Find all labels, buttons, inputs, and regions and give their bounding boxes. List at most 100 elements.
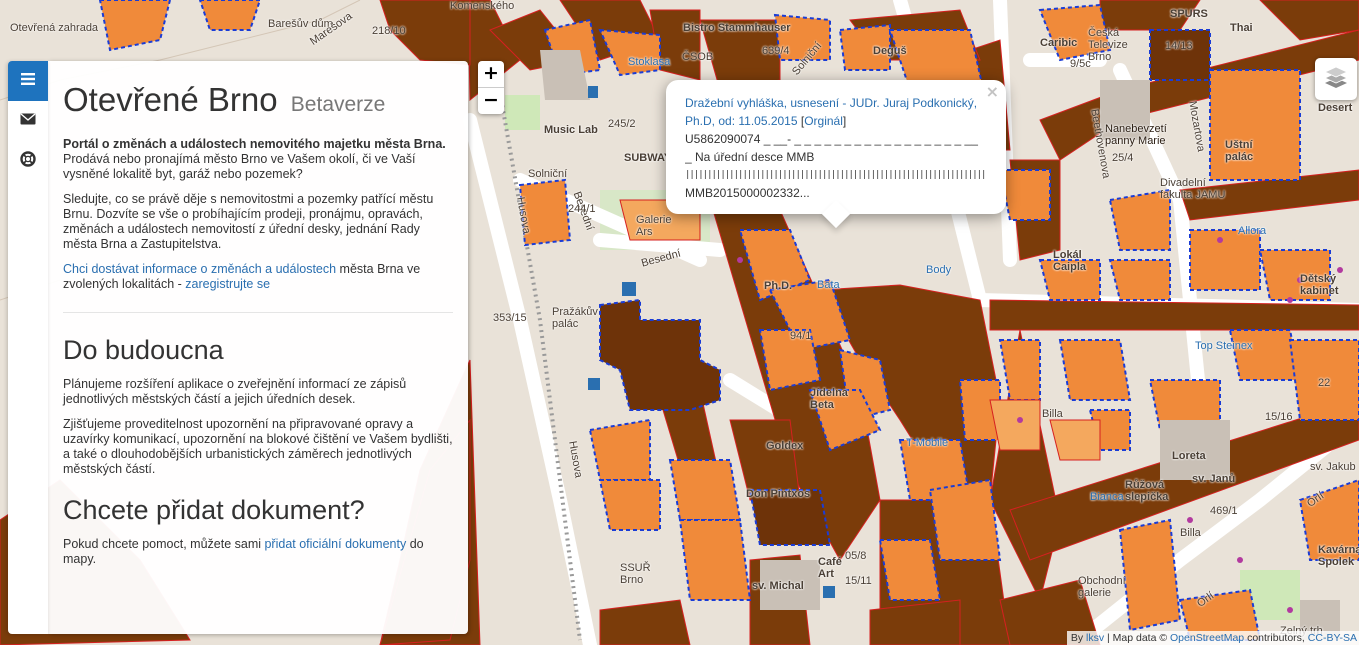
zoom-out-button[interactable]: −	[478, 88, 504, 114]
map-label: 639/4	[762, 45, 790, 57]
map-label: 15/11	[845, 575, 872, 587]
attrib-map-data: | Map data ©	[1104, 632, 1171, 644]
tab-home[interactable]	[8, 61, 48, 101]
map-label: sv. Janů	[1192, 473, 1236, 485]
map-popup: × Dražební vyhláška, usnesení - JUDr. Ju…	[666, 80, 1006, 229]
map-label: 9/5c	[1070, 58, 1091, 70]
add-doc-text-before: Pokud chcete pomoct, můžete sami	[63, 537, 265, 551]
attrib-author-link[interactable]: lksv	[1086, 632, 1104, 644]
map-label: Jídelna Beta	[810, 387, 848, 411]
add-doc-link[interactable]: přidat oficiální dokumenty	[264, 537, 406, 551]
zoom-in-button[interactable]: +	[478, 61, 504, 88]
map-label: Billa	[1180, 527, 1201, 539]
map-label: T-Mobile	[906, 437, 949, 449]
map-label: 353/15	[493, 312, 527, 324]
attrib-license-link[interactable]: CC-BY-SA	[1308, 632, 1357, 644]
map-label: SUBWAY	[624, 152, 672, 164]
map-label: Thai	[1230, 22, 1253, 34]
map-label: 469/1	[1210, 505, 1238, 517]
map-label: Desert	[1318, 102, 1353, 114]
map-label: Bata	[817, 279, 840, 291]
popup-line-1: U5862090074 _ __- _ _ _ _ _ _ _ _ _ _ _ …	[685, 132, 978, 146]
map-label: Goldex	[766, 440, 804, 452]
tab-contact[interactable]	[8, 101, 48, 141]
future-heading: Do budoucna	[63, 335, 224, 365]
map-label: Česká Televize Brno	[1088, 27, 1128, 63]
popup-line-3: ||||||||||||||||||||||||||||||||||||||||…	[685, 170, 986, 180]
lifebuoy-icon	[20, 150, 36, 172]
map-attribution: By lksv | Map data © OpenStreetMap contr…	[1066, 631, 1359, 645]
add-doc-paragraph: Pokud chcete pomoct, můžete sami přidat …	[63, 537, 453, 567]
map-label: Solniční	[528, 168, 568, 180]
app-subtitle: Betaverze	[290, 93, 386, 116]
popup-orig-close: ]	[842, 114, 847, 128]
map-label: SSUŘ Brno	[620, 562, 651, 586]
register-link[interactable]: zaregistrujte se	[185, 277, 270, 291]
map-label: Obchodní galerie	[1078, 575, 1126, 599]
map-label: 15/16	[1265, 411, 1293, 423]
intro-lead-paragraph: Portál o změnách a událostech nemovitého…	[63, 137, 453, 182]
map-label: 22	[1318, 377, 1331, 389]
future-paragraph-2: Zjišťujeme proveditelnost upozornění na …	[63, 417, 453, 476]
map-label: Loreta	[1172, 450, 1206, 462]
map-label: Deguš	[873, 45, 907, 57]
map-label: Bistro Stammhauser	[683, 22, 791, 34]
map-label: Kavárna Spolek	[1318, 544, 1359, 568]
subscribe-paragraph: Chci dostávat informace o změnách a udál…	[63, 262, 453, 292]
map-label: 25/4	[1112, 152, 1134, 164]
map-label: Ph.D.	[764, 280, 793, 292]
map-label: ČSOB	[682, 51, 714, 63]
map-label: sv. Jakub	[1310, 461, 1356, 473]
map-label: Body	[926, 264, 952, 276]
map-label: 05/8	[845, 550, 867, 562]
map-label: Komenského	[450, 0, 515, 12]
map-label: Lokál Caipla	[1053, 249, 1087, 273]
map-label: Don Pintxos	[746, 488, 811, 500]
map-label: 14/13	[1165, 40, 1193, 52]
envelope-icon	[20, 112, 36, 130]
map-label: 245/2	[608, 118, 636, 130]
map-label: sv. Michal	[752, 580, 804, 592]
menu-icon	[20, 72, 36, 91]
map-label: Pražákův palác	[552, 306, 598, 330]
intro-question: Prodává nebo pronajímá město Brno ve Vaš…	[63, 152, 416, 181]
map-label: Otevřená zahrada	[10, 22, 99, 34]
popup-title: Dražební vyhláška, usnesení - JUDr. Jura…	[685, 94, 986, 130]
map-label: Music Lab	[544, 124, 598, 136]
map-label: Billa	[1042, 408, 1063, 420]
map-label: Top Steinex	[1195, 340, 1253, 352]
intro-lead: Portál o změnách a událostech nemovitého…	[63, 137, 446, 151]
map-label: Divadelní fakulta JAMU	[1160, 177, 1226, 201]
popup-line-2: _ Na úřední desce MMB	[685, 150, 815, 164]
layers-icon	[1323, 64, 1349, 95]
subscribe-link[interactable]: Chci dostávat informace o změnách a udál…	[63, 262, 336, 276]
sidebar-tabs	[8, 61, 48, 634]
zoom-control: + −	[478, 61, 504, 114]
tab-help[interactable]	[8, 141, 48, 181]
attrib-by: By	[1070, 632, 1086, 644]
map-label: Nanebevzetí panny Marie	[1105, 123, 1167, 147]
page-title: Otevřené Brno Betaverze	[63, 82, 453, 123]
map-label: 218/10	[372, 25, 406, 37]
map-label: SPURS	[1170, 8, 1208, 20]
sidebar-panel: Otevřené Brno Betaverze Portál o změnách…	[48, 61, 468, 634]
map-label: Bianca	[1090, 491, 1124, 503]
add-doc-heading: Chcete přidat dokument?	[63, 495, 365, 525]
map-label: Allora	[1238, 225, 1267, 237]
popup-close-button[interactable]: ×	[986, 83, 999, 101]
intro-paragraph: Sledujte, co se právě děje s nemovitostm…	[63, 192, 434, 251]
map-label: 244/1	[568, 203, 596, 215]
app-title: Otevřené Brno	[63, 81, 278, 118]
attrib-contrib: contributors,	[1244, 632, 1308, 644]
layers-button[interactable]	[1315, 58, 1357, 100]
map-label: Růžová slepička	[1125, 479, 1169, 503]
map-label: Caribic	[1040, 37, 1078, 49]
attrib-osm-link[interactable]: OpenStreetMap	[1170, 632, 1244, 644]
popup-original-link[interactable]: Orginál	[804, 114, 843, 128]
map-label: Uštní palác	[1225, 139, 1254, 163]
map-label: Dětský kabinet	[1300, 273, 1339, 297]
map-label: 94/1	[790, 330, 812, 342]
map-label: Stoklasa	[628, 56, 671, 68]
map-label: Galerie Ars	[636, 214, 672, 238]
future-paragraph-1: Plánujeme rozšíření aplikace o zveřejněn…	[63, 377, 407, 406]
